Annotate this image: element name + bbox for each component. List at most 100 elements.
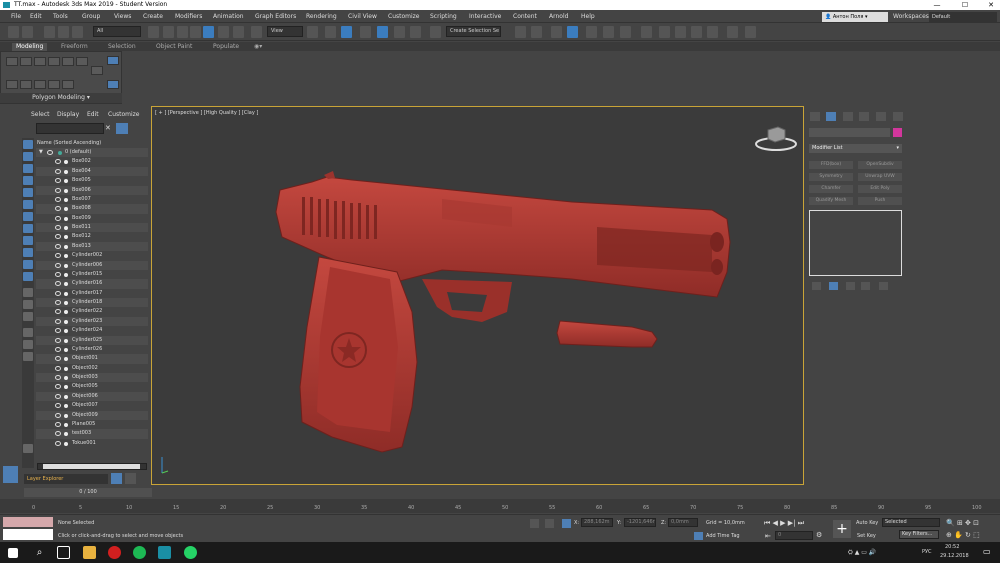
undo-icon[interactable]	[8, 26, 19, 38]
list-item[interactable]: Tokue001	[36, 439, 148, 448]
render-active-shade-icon[interactable]	[727, 26, 738, 38]
list-item[interactable]: Cylinder025	[36, 335, 148, 345]
symmetry-button[interactable]: Symmetry	[809, 173, 853, 181]
selected-set-dropdown[interactable]: Selected	[882, 518, 940, 527]
clock-date[interactable]: 29.12.2018	[940, 553, 969, 559]
unlink-icon[interactable]	[58, 26, 69, 38]
element-mode-icon[interactable]	[62, 57, 74, 66]
list-item[interactable]: Cylinder024	[36, 326, 148, 335]
ribbon-options-icon[interactable]: ◉▾	[254, 43, 262, 51]
clock-time[interactable]: 20:52	[945, 544, 959, 550]
display-tab-icon[interactable]	[876, 112, 886, 121]
minimize-button[interactable]: —	[930, 0, 944, 10]
y-coordinate-field[interactable]: -1201,646r	[624, 518, 656, 527]
tab-freeform[interactable]: Freeform	[61, 43, 88, 51]
key-mode-icon[interactable]: ⇤	[765, 532, 771, 540]
menu-help[interactable]: Help	[581, 12, 595, 22]
toggle-layer-explorer-icon[interactable]	[567, 26, 578, 38]
time-slider[interactable]: 0 / 100	[24, 488, 152, 497]
display-none-icon[interactable]	[23, 300, 33, 309]
list-item[interactable]: Object007	[36, 401, 148, 410]
tray-icons[interactable]: ⛭ ▲ ▭ 🔊	[848, 549, 876, 557]
display-hidden-icon[interactable]	[23, 272, 33, 281]
make-planar-icon[interactable]	[20, 80, 32, 89]
list-item[interactable]: Box008	[36, 204, 148, 214]
visibility-eye-icon[interactable]	[55, 393, 61, 399]
opera-icon[interactable]	[108, 546, 121, 559]
attach-icon[interactable]	[62, 80, 74, 89]
pivot-center-icon[interactable]	[307, 26, 318, 38]
material-editor-icon[interactable]	[641, 26, 652, 38]
collapse-icon[interactable]	[48, 80, 60, 89]
modify-tab-icon[interactable]	[826, 112, 836, 121]
tab-populate[interactable]: Populate	[213, 43, 239, 51]
filter-icon[interactable]	[116, 123, 128, 134]
list-item[interactable]: test003	[36, 429, 148, 439]
auto-key-button[interactable]: Auto Key	[856, 520, 878, 526]
display-lights-icon[interactable]	[23, 164, 33, 173]
visibility-eye-icon[interactable]	[55, 206, 61, 212]
visibility-eye-icon[interactable]	[55, 290, 61, 296]
ffd-box-button[interactable]: FFD(box)	[809, 161, 853, 169]
list-item[interactable]: Cylinder015	[36, 270, 148, 279]
visibility-eye-icon[interactable]	[55, 243, 61, 249]
menu-civil-view[interactable]: Civil View	[348, 12, 377, 22]
display-helpers-icon[interactable]	[23, 188, 33, 197]
named-selection-sets-dropdown[interactable]: Create Selection Se	[446, 26, 501, 37]
visibility-eye-icon[interactable]	[55, 440, 61, 446]
polygon-mode-icon[interactable]	[48, 57, 60, 66]
menu-views[interactable]: Views	[114, 12, 131, 22]
list-item[interactable]: Cylinder002	[36, 251, 148, 260]
menu-file[interactable]: File	[11, 12, 21, 22]
quadify-mesh-button[interactable]: Quadify Mesh	[809, 197, 853, 205]
visibility-eye-icon[interactable]	[55, 225, 61, 230]
file-explorer-icon[interactable]	[83, 546, 96, 559]
modifier-stack[interactable]	[809, 210, 902, 276]
edge-mode-icon[interactable]	[20, 57, 32, 66]
chamfer-button[interactable]: Chamfer	[809, 185, 853, 193]
polygon-modeling-label[interactable]: Polygon Modeling ▾	[0, 93, 122, 103]
display-geometry-icon[interactable]	[23, 140, 33, 149]
3ds-max-icon[interactable]	[158, 546, 171, 559]
selection-lock-icon[interactable]	[545, 519, 554, 528]
viewport-layout-icon[interactable]	[3, 466, 18, 483]
visibility-eye-icon[interactable]	[55, 271, 61, 277]
display-bones-icon[interactable]	[23, 236, 33, 245]
list-item[interactable]: Cylinder016	[36, 279, 148, 289]
list-item[interactable]: Cylinder018	[36, 298, 148, 308]
input-language[interactable]: РУС	[922, 549, 932, 555]
create-tab-icon[interactable]	[810, 112, 820, 121]
render-in-cloud-icon[interactable]	[707, 26, 718, 38]
notifications-icon[interactable]: ▭	[983, 547, 996, 560]
modify-mode-icon[interactable]	[76, 57, 88, 66]
list-item[interactable]: Cylinder026	[36, 345, 148, 354]
layer-explorer-dropdown[interactable]: Layer Explorer	[24, 474, 108, 484]
motion-tab-icon[interactable]	[859, 112, 869, 121]
windows-start-icon[interactable]	[8, 548, 18, 558]
list-item[interactable]: Object003	[36, 373, 148, 383]
list-item[interactable]: Box004	[36, 166, 148, 177]
time-tag-icon[interactable]	[694, 532, 703, 540]
visibility-eye-icon[interactable]	[55, 168, 61, 174]
close-button[interactable]: ✕	[984, 0, 998, 10]
preserve-uvs-icon[interactable]	[6, 80, 18, 89]
visibility-eye-icon[interactable]	[55, 300, 61, 305]
menu-rendering[interactable]: Rendering	[306, 12, 337, 22]
toggle-scene-explorer-icon[interactable]	[551, 26, 562, 38]
search-icon[interactable]: ⌕	[33, 546, 46, 559]
unwrap-uvw-button[interactable]: Unwrap UVW	[858, 173, 902, 181]
workspace-dropdown[interactable]: Default	[929, 12, 997, 22]
list-item[interactable]: Cylinder023	[36, 316, 148, 327]
absolute-mode-icon[interactable]	[562, 519, 571, 528]
menu-interactive[interactable]: Interactive	[469, 12, 501, 22]
se-menu-customize[interactable]: Customize	[108, 111, 140, 118]
visibility-eye-icon[interactable]	[55, 159, 61, 165]
snaps-toggle-icon[interactable]	[360, 26, 371, 38]
maximize-button[interactable]: ☐	[958, 0, 972, 10]
hierarchy-tab-icon[interactable]	[843, 112, 853, 121]
edit-poly-button[interactable]: Edit Poly	[858, 185, 902, 193]
visibility-eye-icon[interactable]	[55, 375, 61, 380]
visibility-eye-icon[interactable]	[55, 178, 61, 184]
list-item[interactable]: Object006	[36, 391, 148, 402]
percent-snap-icon[interactable]	[394, 26, 405, 38]
